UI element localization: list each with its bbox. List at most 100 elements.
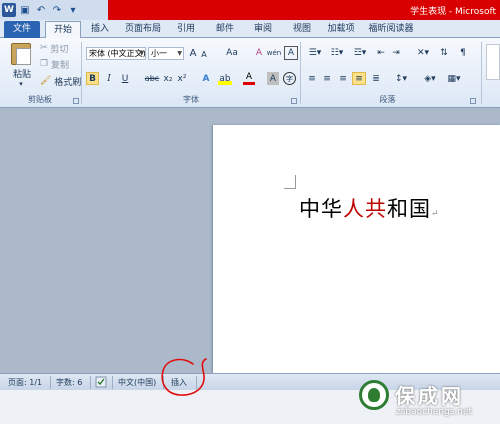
italic-button[interactable]: I xyxy=(103,72,115,85)
font-name-value: 宋体 (中文正文) xyxy=(89,49,146,58)
proofing-icon[interactable] xyxy=(95,376,107,388)
clipboard-launcher-icon[interactable] xyxy=(73,98,79,104)
bold-button[interactable]: B xyxy=(86,72,99,85)
undo-icon[interactable]: ↶ xyxy=(34,3,48,17)
document-text[interactable]: 中华人共和国↵ xyxy=(299,193,440,223)
paste-button[interactable]: 粘贴 xyxy=(9,67,35,80)
phonetic-guide-button[interactable]: wén xyxy=(267,46,281,60)
decrease-indent-button[interactable]: ⇤ xyxy=(375,46,387,59)
align-center-button[interactable]: ≡ xyxy=(321,72,333,85)
tab-insert[interactable]: 插入 xyxy=(82,21,118,38)
title-highlight: 学生表现 - Microsoft xyxy=(108,0,500,20)
asian-layout-button[interactable]: ✕▾ xyxy=(414,46,432,59)
distributed-button[interactable]: ≣ xyxy=(370,72,382,85)
tab-foxit-reader[interactable]: 福昕阅读器 xyxy=(364,21,418,38)
line-spacing-button[interactable]: ↕▾ xyxy=(392,72,410,85)
grow-font-button[interactable]: A xyxy=(187,46,199,60)
status-language[interactable]: 中文(中国) xyxy=(118,377,156,388)
change-case-button[interactable]: Aa xyxy=(223,46,241,60)
status-separator xyxy=(50,376,51,389)
watermark-name: 保成网 xyxy=(395,384,464,408)
paste-dropdown-icon[interactable]: ▾ xyxy=(8,80,34,88)
tab-review[interactable]: 审阅 xyxy=(245,21,281,38)
ribbon-tabs: 文件 开始 插入 页面布局 引用 邮件 审阅 视图 加载项 福昕阅读器 xyxy=(0,20,500,38)
tab-addins[interactable]: 加载项 xyxy=(320,21,362,38)
watermark: 保成网 zsbaochengs.net xyxy=(355,378,500,424)
paste-icon[interactable] xyxy=(11,43,31,65)
increase-indent-button[interactable]: ⇥ xyxy=(390,46,402,59)
subscript-button[interactable]: x₂ xyxy=(162,72,174,85)
paragraph-mark: ↵ xyxy=(431,209,440,219)
font-name-dropdown[interactable]: 宋体 (中文正文) ▼ xyxy=(86,47,146,60)
cut-icon: ✂ xyxy=(40,43,51,53)
status-separator xyxy=(112,376,113,389)
title-bar: W ▣ ↶ ↷ ▾ 学生表现 - Microsoft xyxy=(0,0,500,20)
bullets-button[interactable]: ☰▾ xyxy=(306,46,324,59)
align-left-button[interactable]: ≡ xyxy=(306,72,318,85)
paragraph-group-label: 段落 xyxy=(379,95,396,104)
highlight-button[interactable]: ab xyxy=(218,72,232,85)
numbering-button[interactable]: ☷▾ xyxy=(328,46,346,59)
copy-icon: ❐ xyxy=(40,59,51,69)
clipboard-group-label: 剪贴板 xyxy=(28,95,52,104)
font-color-button[interactable]: A xyxy=(243,72,255,85)
watermark-url: zsbaochengs.net xyxy=(396,407,473,417)
sort-button[interactable]: ⇅ xyxy=(437,46,451,59)
margin-corner-mark xyxy=(284,175,296,189)
copy-button[interactable]: ❐ 复制 xyxy=(40,58,72,71)
status-separator xyxy=(90,376,91,389)
redo-icon[interactable]: ↷ xyxy=(50,3,64,17)
copy-label: 复制 xyxy=(50,60,69,71)
chevron-down-icon: ▼ xyxy=(177,50,182,57)
tab-references[interactable]: 引用 xyxy=(168,21,204,38)
tab-file[interactable]: 文件 xyxy=(4,21,40,38)
character-border-button[interactable]: A xyxy=(284,46,298,60)
paragraph-launcher-icon[interactable] xyxy=(470,98,476,104)
tab-page-layout[interactable]: 页面布局 xyxy=(120,21,166,38)
save-icon[interactable]: ▣ xyxy=(18,3,32,17)
status-words[interactable]: 字数: 6 xyxy=(56,377,82,388)
font-group-label: 字体 xyxy=(183,95,199,104)
quick-access-toolbar: W ▣ ↶ ↷ ▾ xyxy=(2,2,80,18)
tab-home[interactable]: 开始 xyxy=(45,21,81,38)
cut-button[interactable]: ✂ 剪切 xyxy=(40,42,72,55)
text-segment: 和国 xyxy=(387,197,431,221)
strikethrough-button[interactable]: abc xyxy=(144,72,160,85)
show-marks-button[interactable]: ¶ xyxy=(456,46,470,59)
document-page[interactable]: 中华人共和国↵ xyxy=(213,125,500,373)
justify-button[interactable]: ≡ xyxy=(352,72,366,85)
shrink-font-button[interactable]: A xyxy=(199,48,209,60)
annotation-circle xyxy=(161,358,207,396)
word-app-icon[interactable]: W xyxy=(2,3,16,17)
tab-mailings[interactable]: 邮件 xyxy=(207,21,243,38)
font-size-dropdown[interactable]: 小一 ▼ xyxy=(148,47,184,60)
tab-view[interactable]: 视图 xyxy=(284,21,320,38)
character-shading-button[interactable]: A xyxy=(267,72,279,85)
shading-button[interactable]: ◈▾ xyxy=(420,72,440,85)
text-segment-red: 人共 xyxy=(343,197,387,221)
format-painter-icon: 🖌 xyxy=(40,76,55,86)
watermark-logo-icon xyxy=(359,380,389,410)
group-separator xyxy=(81,42,82,104)
chevron-down-icon: ▼ xyxy=(139,50,144,57)
align-right-button[interactable]: ≡ xyxy=(337,72,349,85)
borders-button[interactable]: ▦▾ xyxy=(444,72,464,85)
font-size-value: 小一 xyxy=(151,49,167,58)
clear-formatting-button[interactable]: A xyxy=(252,46,266,60)
document-workspace: 中华人共和国↵ xyxy=(0,108,500,373)
styles-gallery[interactable] xyxy=(486,44,500,80)
underline-button[interactable]: U xyxy=(119,72,131,85)
multilevel-list-button[interactable]: ☲▾ xyxy=(351,46,369,59)
enclose-characters-button[interactable]: 字 xyxy=(283,72,296,85)
cut-label: 剪切 xyxy=(50,44,69,55)
text-effects-button[interactable]: A xyxy=(199,72,213,85)
font-launcher-icon[interactable] xyxy=(291,98,297,104)
status-page[interactable]: 页面: 1/1 xyxy=(8,377,42,388)
customize-qat-icon[interactable]: ▾ xyxy=(66,3,80,17)
group-separator xyxy=(481,42,482,104)
window-title: 学生表现 - Microsoft xyxy=(410,7,496,17)
text-segment: 中华 xyxy=(299,197,343,221)
format-painter-button[interactable]: 🖌 格式刷 xyxy=(40,75,82,88)
format-painter-label: 格式刷 xyxy=(54,77,82,88)
superscript-button[interactable]: x² xyxy=(176,72,188,85)
